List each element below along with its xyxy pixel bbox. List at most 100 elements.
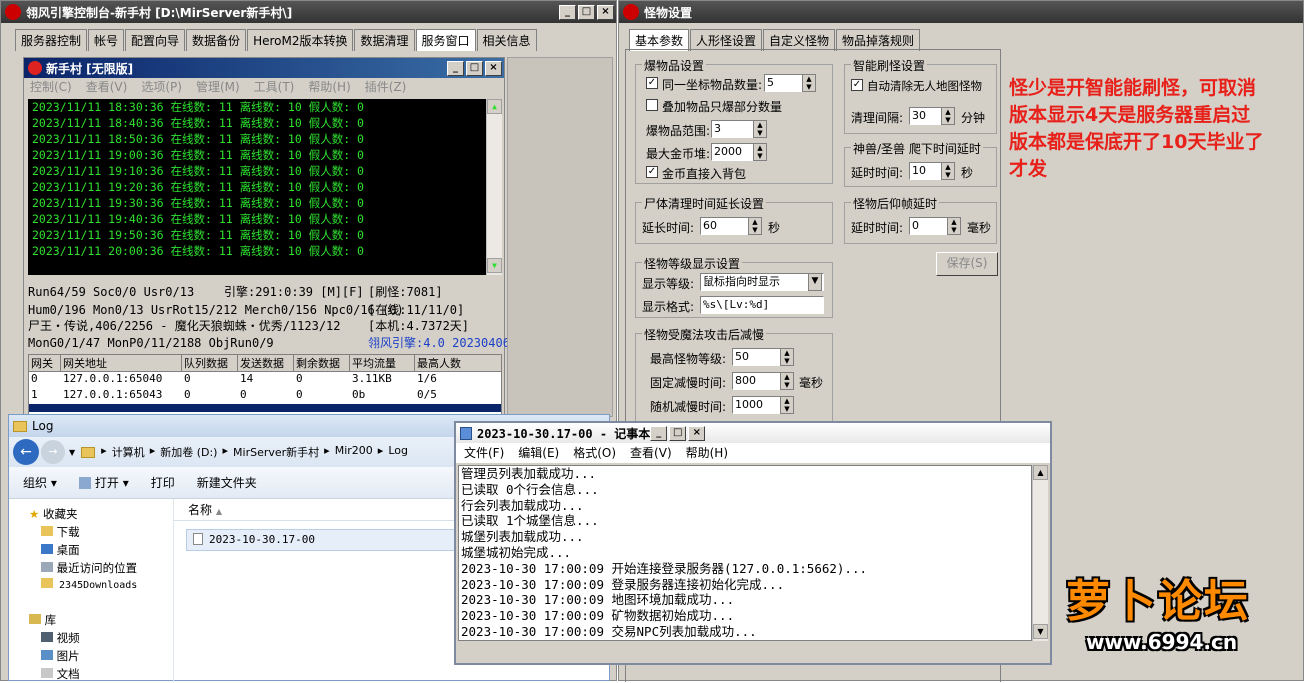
random-slow-input[interactable]: 1000 bbox=[732, 396, 782, 414]
gold-input[interactable]: 2000 bbox=[711, 143, 755, 161]
menu-view[interactable]: 查看(V) bbox=[86, 78, 128, 96]
notepad-text-area[interactable]: 管理员列表加载成功... 已读取 0个行会信息... 行会列表加载成功... 已… bbox=[458, 465, 1032, 641]
max-level-input[interactable]: 50 bbox=[732, 348, 782, 366]
scroll-up-icon[interactable]: ▲ bbox=[487, 99, 502, 114]
breadcrumb-item[interactable]: Mir200 bbox=[335, 444, 373, 460]
table-row[interactable]: 1 127.0.0.1:65043 0 0 0 0b 0/5 bbox=[29, 388, 501, 404]
clear-interval-input[interactable]: 30 bbox=[909, 107, 943, 125]
new-folder-button[interactable]: 新建文件夹 bbox=[197, 474, 257, 491]
inner-maximize-button[interactable]: □ bbox=[466, 60, 483, 76]
nav-item-pictures[interactable]: 图片 bbox=[29, 647, 169, 665]
tab-humanoid[interactable]: 人形怪设置 bbox=[690, 29, 763, 51]
beast-delay-spinner[interactable]: ▲ ▼ bbox=[941, 162, 955, 180]
level-format-input[interactable]: %s\[Lv:%d] bbox=[700, 296, 824, 314]
tab-server-control[interactable]: 服务器控制 bbox=[15, 29, 88, 51]
nav-libraries[interactable]: 库 bbox=[29, 611, 169, 629]
col-max-users[interactable]: 最高人数 bbox=[415, 355, 485, 371]
fall-delay-spinner[interactable]: ▲ ▼ bbox=[947, 217, 961, 235]
gold-spinner[interactable]: ▲ ▼ bbox=[753, 143, 767, 161]
tab-related-info[interactable]: 相关信息 bbox=[476, 29, 537, 51]
breadcrumb-item[interactable]: Log bbox=[388, 444, 408, 460]
file-item[interactable]: 2023-10-30.17-00 bbox=[186, 529, 456, 551]
menu-options[interactable]: 选项(P) bbox=[141, 78, 182, 96]
close-button[interactable]: × bbox=[597, 4, 614, 20]
col-address[interactable]: 网关地址 bbox=[61, 355, 182, 371]
menu-view[interactable]: 查看(V) bbox=[630, 443, 672, 463]
fall-delay-input[interactable]: 0 bbox=[909, 217, 949, 235]
menu-edit[interactable]: 编辑(E) bbox=[518, 443, 559, 463]
forward-icon[interactable]: → bbox=[41, 440, 65, 464]
inner-close-button[interactable]: × bbox=[485, 60, 502, 76]
menu-format[interactable]: 格式(O) bbox=[573, 443, 616, 463]
scroll-down-icon[interactable]: ▼ bbox=[1033, 624, 1048, 639]
history-dropdown-icon[interactable]: ▼ bbox=[69, 448, 75, 457]
tab-basic-params[interactable]: 基本参数 bbox=[629, 29, 690, 51]
same-coord-checkbox[interactable]: ✓ bbox=[646, 77, 658, 89]
fixed-slow-input[interactable]: 800 bbox=[732, 372, 782, 390]
corpse-delay-input[interactable]: 60 bbox=[700, 217, 750, 235]
menu-tools[interactable]: 工具(T) bbox=[254, 78, 295, 96]
log-scrollbar[interactable]: ▲ ▼ bbox=[486, 99, 502, 275]
minimize-button[interactable]: _ bbox=[559, 4, 576, 20]
table-row-selected[interactable] bbox=[29, 404, 501, 412]
nav-favorites[interactable]: ★ 收藏夹 bbox=[29, 505, 169, 523]
nav-item-desktop[interactable]: 桌面 bbox=[29, 541, 169, 559]
open-button[interactable]: 打开 ▾ bbox=[78, 474, 129, 491]
tab-service-window[interactable]: 服务窗口 bbox=[415, 29, 476, 51]
nav-item-2345downloads[interactable]: 2345Downloads bbox=[29, 577, 169, 595]
menu-plugins[interactable]: 插件(Z) bbox=[365, 78, 407, 96]
tab-data-cleanup[interactable]: 数据清理 bbox=[354, 29, 415, 51]
maximize-button[interactable]: □ bbox=[578, 4, 595, 20]
col-remaining[interactable]: 剩余数据 bbox=[294, 355, 350, 371]
inner-minimize-button[interactable]: _ bbox=[447, 60, 464, 76]
notepad-minimize-button[interactable]: _ bbox=[650, 425, 668, 441]
nav-item-downloads[interactable]: 下载 bbox=[29, 523, 169, 541]
corpse-delay-spinner[interactable]: ▲ ▼ bbox=[748, 217, 762, 235]
notepad-maximize-button[interactable]: □ bbox=[669, 425, 687, 441]
breadcrumb-item[interactable]: MirServer新手村 bbox=[233, 444, 319, 460]
menu-manage[interactable]: 管理(M) bbox=[196, 78, 240, 96]
range-input[interactable]: 3 bbox=[711, 120, 755, 138]
range-spinner[interactable]: ▲ ▼ bbox=[753, 120, 767, 138]
tab-data-backup[interactable]: 数据备份 bbox=[186, 29, 247, 51]
scroll-up-icon[interactable]: ▲ bbox=[1033, 465, 1048, 480]
tab-account[interactable]: 帐号 bbox=[88, 29, 125, 51]
menu-file[interactable]: 文件(F) bbox=[464, 443, 504, 463]
table-row[interactable]: 0 127.0.0.1:65040 0 14 0 3.11KB 1/6 bbox=[29, 372, 501, 388]
col-queue[interactable]: 队列数据 bbox=[182, 355, 238, 371]
col-avg-traffic[interactable]: 平均流量 bbox=[350, 355, 415, 371]
nav-item-recent[interactable]: 最近访问的位置 bbox=[29, 559, 169, 577]
menu-control[interactable]: 控制(C) bbox=[30, 78, 72, 96]
fixed-slow-spinner[interactable]: ▲ ▼ bbox=[780, 372, 794, 390]
menu-help[interactable]: 帮助(H) bbox=[686, 443, 728, 463]
clear-interval-spinner[interactable]: ▲ ▼ bbox=[941, 107, 955, 125]
tab-herom2-convert[interactable]: HeroM2版本转换 bbox=[247, 29, 354, 51]
col-gateway[interactable]: 网关 bbox=[29, 355, 61, 371]
menu-help[interactable]: 帮助(H) bbox=[308, 78, 350, 96]
print-button[interactable]: 打印 bbox=[151, 474, 175, 491]
tab-custom-monster[interactable]: 自定义怪物 bbox=[763, 29, 836, 51]
notepad-close-button[interactable]: × bbox=[688, 425, 706, 441]
gold-bag-checkbox[interactable]: ✓ bbox=[646, 166, 658, 178]
dropdown-arrow-icon[interactable]: ▼ bbox=[808, 273, 822, 291]
breadcrumb-item[interactable]: 计算机 bbox=[112, 444, 145, 460]
same-coord-spinner[interactable]: ▲ ▼ bbox=[802, 74, 816, 92]
save-button[interactable]: 保存(S) bbox=[936, 252, 998, 276]
col-sent[interactable]: 发送数据 bbox=[238, 355, 294, 371]
nav-item-videos[interactable]: 视频 bbox=[29, 629, 169, 647]
max-level-spinner[interactable]: ▲ ▼ bbox=[780, 348, 794, 366]
nav-item-documents[interactable]: 文档 bbox=[29, 665, 169, 683]
auto-clear-checkbox[interactable]: ✓ bbox=[851, 79, 863, 91]
partial-drop-checkbox[interactable] bbox=[646, 99, 658, 111]
notepad-scrollbar[interactable]: ▲ ▼ bbox=[1032, 465, 1048, 641]
level-show-select[interactable]: 鼠标指向时显示 bbox=[700, 273, 824, 291]
back-icon[interactable]: ← bbox=[13, 439, 39, 465]
tab-config-wizard[interactable]: 配置向导 bbox=[125, 29, 186, 51]
tab-drop-rules[interactable]: 物品掉落规则 bbox=[836, 29, 921, 51]
scroll-down-icon[interactable]: ▼ bbox=[487, 258, 502, 273]
random-slow-spinner[interactable]: ▲ ▼ bbox=[780, 396, 794, 414]
organize-button[interactable]: 组织 ▾ bbox=[23, 474, 57, 491]
same-coord-input[interactable]: 5 bbox=[764, 74, 804, 92]
breadcrumb-item[interactable]: 新加卷 (D:) bbox=[160, 444, 217, 460]
beast-delay-input[interactable]: 10 bbox=[909, 162, 943, 180]
